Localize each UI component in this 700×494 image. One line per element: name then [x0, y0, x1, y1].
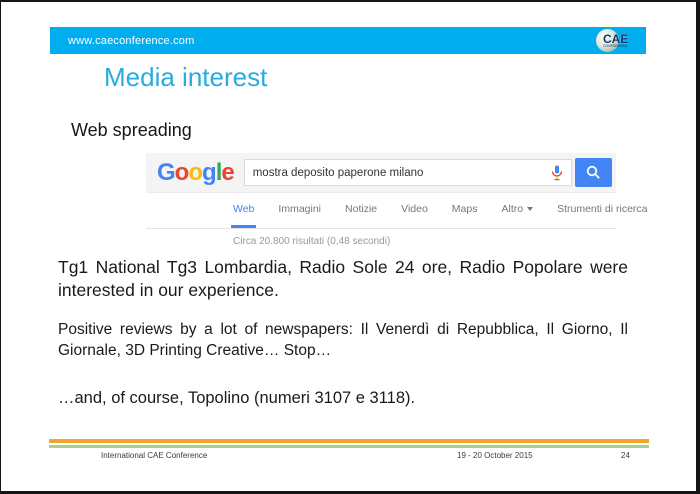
- search-icon: [586, 165, 601, 180]
- footer-conference-name: International CAE Conference: [101, 451, 207, 460]
- paragraph-media: Tg1 National Tg3 Lombardia, Radio Sole 2…: [58, 256, 628, 302]
- tab-notizie[interactable]: Notizie: [345, 203, 377, 215]
- footer-green-bar: [49, 445, 649, 448]
- page-title: Media interest: [104, 62, 267, 93]
- tab-immagini[interactable]: Immagini: [278, 203, 321, 215]
- search-input[interactable]: [245, 167, 547, 179]
- footer-date: 19 - 20 October 2015: [457, 451, 533, 460]
- search-button[interactable]: [575, 158, 612, 187]
- tab-web[interactable]: Web: [233, 203, 254, 215]
- tab-video[interactable]: Video: [401, 203, 428, 215]
- subtitle: Web spreading: [71, 120, 192, 141]
- website-url: www.caeconference.com: [50, 35, 194, 47]
- google-logo-letter: g: [202, 159, 216, 186]
- tab-maps[interactable]: Maps: [452, 203, 478, 215]
- google-logo-letter: G: [157, 159, 175, 186]
- results-stats: Circa 20.800 risultati (0,48 secondi): [233, 236, 616, 247]
- tab-strumenti-di-ricerca[interactable]: Strumenti di ricerca: [557, 203, 647, 215]
- cae-logo-subtext: CONFERENCE: [603, 44, 628, 48]
- google-screenshot: Google Web: [146, 153, 616, 247]
- footer-page-number: 24: [621, 451, 630, 460]
- google-logo-letter: o: [175, 159, 189, 186]
- chevron-down-icon: [527, 207, 533, 211]
- footer-orange-bar: [49, 439, 649, 443]
- google-search-header: Google: [146, 153, 616, 193]
- tab-altro-label: Altro: [501, 203, 523, 215]
- google-logo: Google: [157, 161, 234, 185]
- tab-altro[interactable]: Altro: [501, 203, 533, 215]
- paragraph-topolino: …and, of course, Topolino (numeri 3107 e…: [58, 389, 628, 408]
- google-logo-letter: o: [188, 159, 202, 186]
- google-logo-letter: e: [221, 159, 233, 186]
- slide: www.caeconference.com CAE CONFERENCE Med…: [0, 0, 700, 494]
- microphone-icon[interactable]: [547, 165, 571, 181]
- google-tabs: Web Immagini Notizie Video Maps Altro St…: [146, 193, 616, 215]
- paragraph-newspapers: Positive reviews by a lot of newspapers:…: [58, 320, 628, 362]
- footer: International CAE Conference 19 - 20 Oct…: [49, 451, 649, 465]
- header-bar: www.caeconference.com CAE CONFERENCE: [50, 27, 646, 54]
- tabs-divider: [146, 228, 616, 229]
- search-box: [244, 159, 572, 186]
- cae-logo: CAE CONFERENCE: [596, 28, 636, 53]
